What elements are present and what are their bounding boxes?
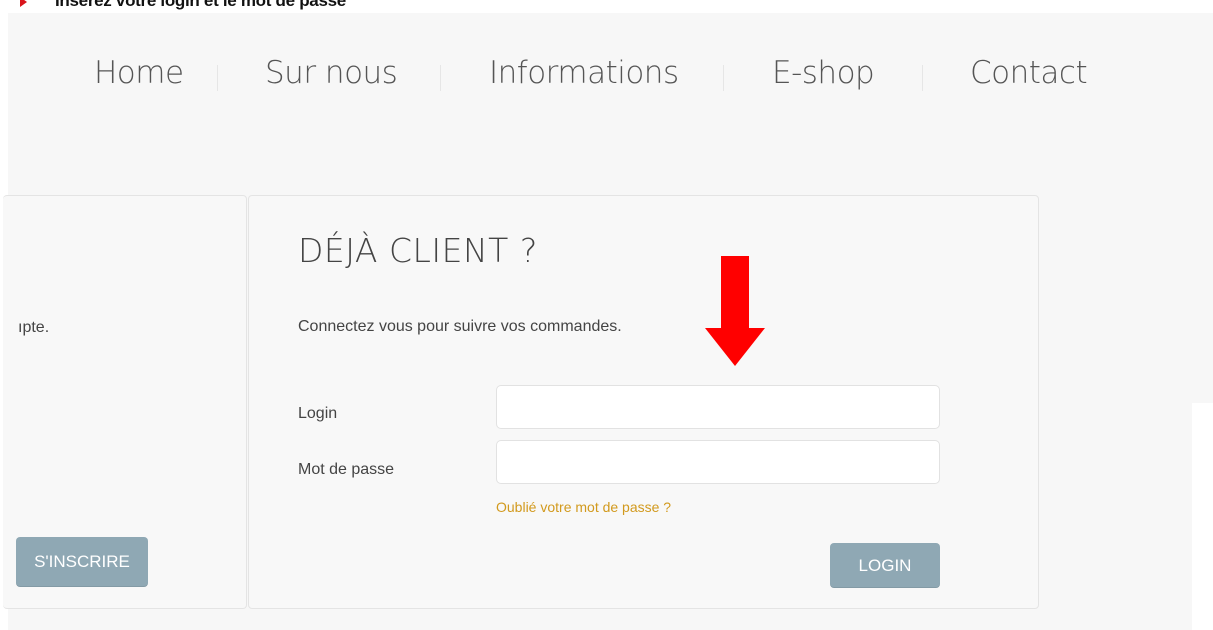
nav-divider <box>922 65 923 91</box>
nav-divider <box>723 65 724 91</box>
signup-button[interactable]: S'INSCRIRE <box>16 537 148 587</box>
nav-item-home[interactable]: Home <box>94 55 184 91</box>
login-heading: DÉJÀ CLIENT ? <box>298 231 538 270</box>
nav-item-e-shop[interactable]: E-shop <box>772 55 875 91</box>
nav-item-sur-nous[interactable]: Sur nous <box>265 55 398 91</box>
login-label: Login <box>298 405 338 422</box>
signup-text: ıpte. <box>18 319 50 336</box>
nav-item-contact[interactable]: Contact <box>970 55 1088 91</box>
main-nav: Home Sur nous Informations E-shop Contac… <box>8 55 1213 100</box>
instruction-text: Insérez votre login et le mot de passe <box>55 0 346 10</box>
instruction-line: Insérez votre login et le mot de passe <box>20 0 346 11</box>
nav-divider <box>217 65 218 91</box>
arrow-down-icon <box>705 256 765 366</box>
password-input[interactable] <box>496 440 940 484</box>
login-subtitle: Connectez vous pour suivre vos commandes… <box>298 318 622 335</box>
nav-item-informations[interactable]: Informations <box>489 55 679 91</box>
bullet-icon <box>20 0 27 7</box>
page-edge <box>1192 403 1213 630</box>
login-button[interactable]: LOGIN <box>830 543 940 588</box>
website-screenshot: Home Sur nous Informations E-shop Contac… <box>3 13 1213 630</box>
forgot-password-link[interactable]: Oublié votre mot de passe ? <box>496 499 671 515</box>
nav-divider <box>440 65 441 91</box>
password-label: Mot de passe <box>298 461 395 478</box>
login-input[interactable] <box>496 385 940 429</box>
